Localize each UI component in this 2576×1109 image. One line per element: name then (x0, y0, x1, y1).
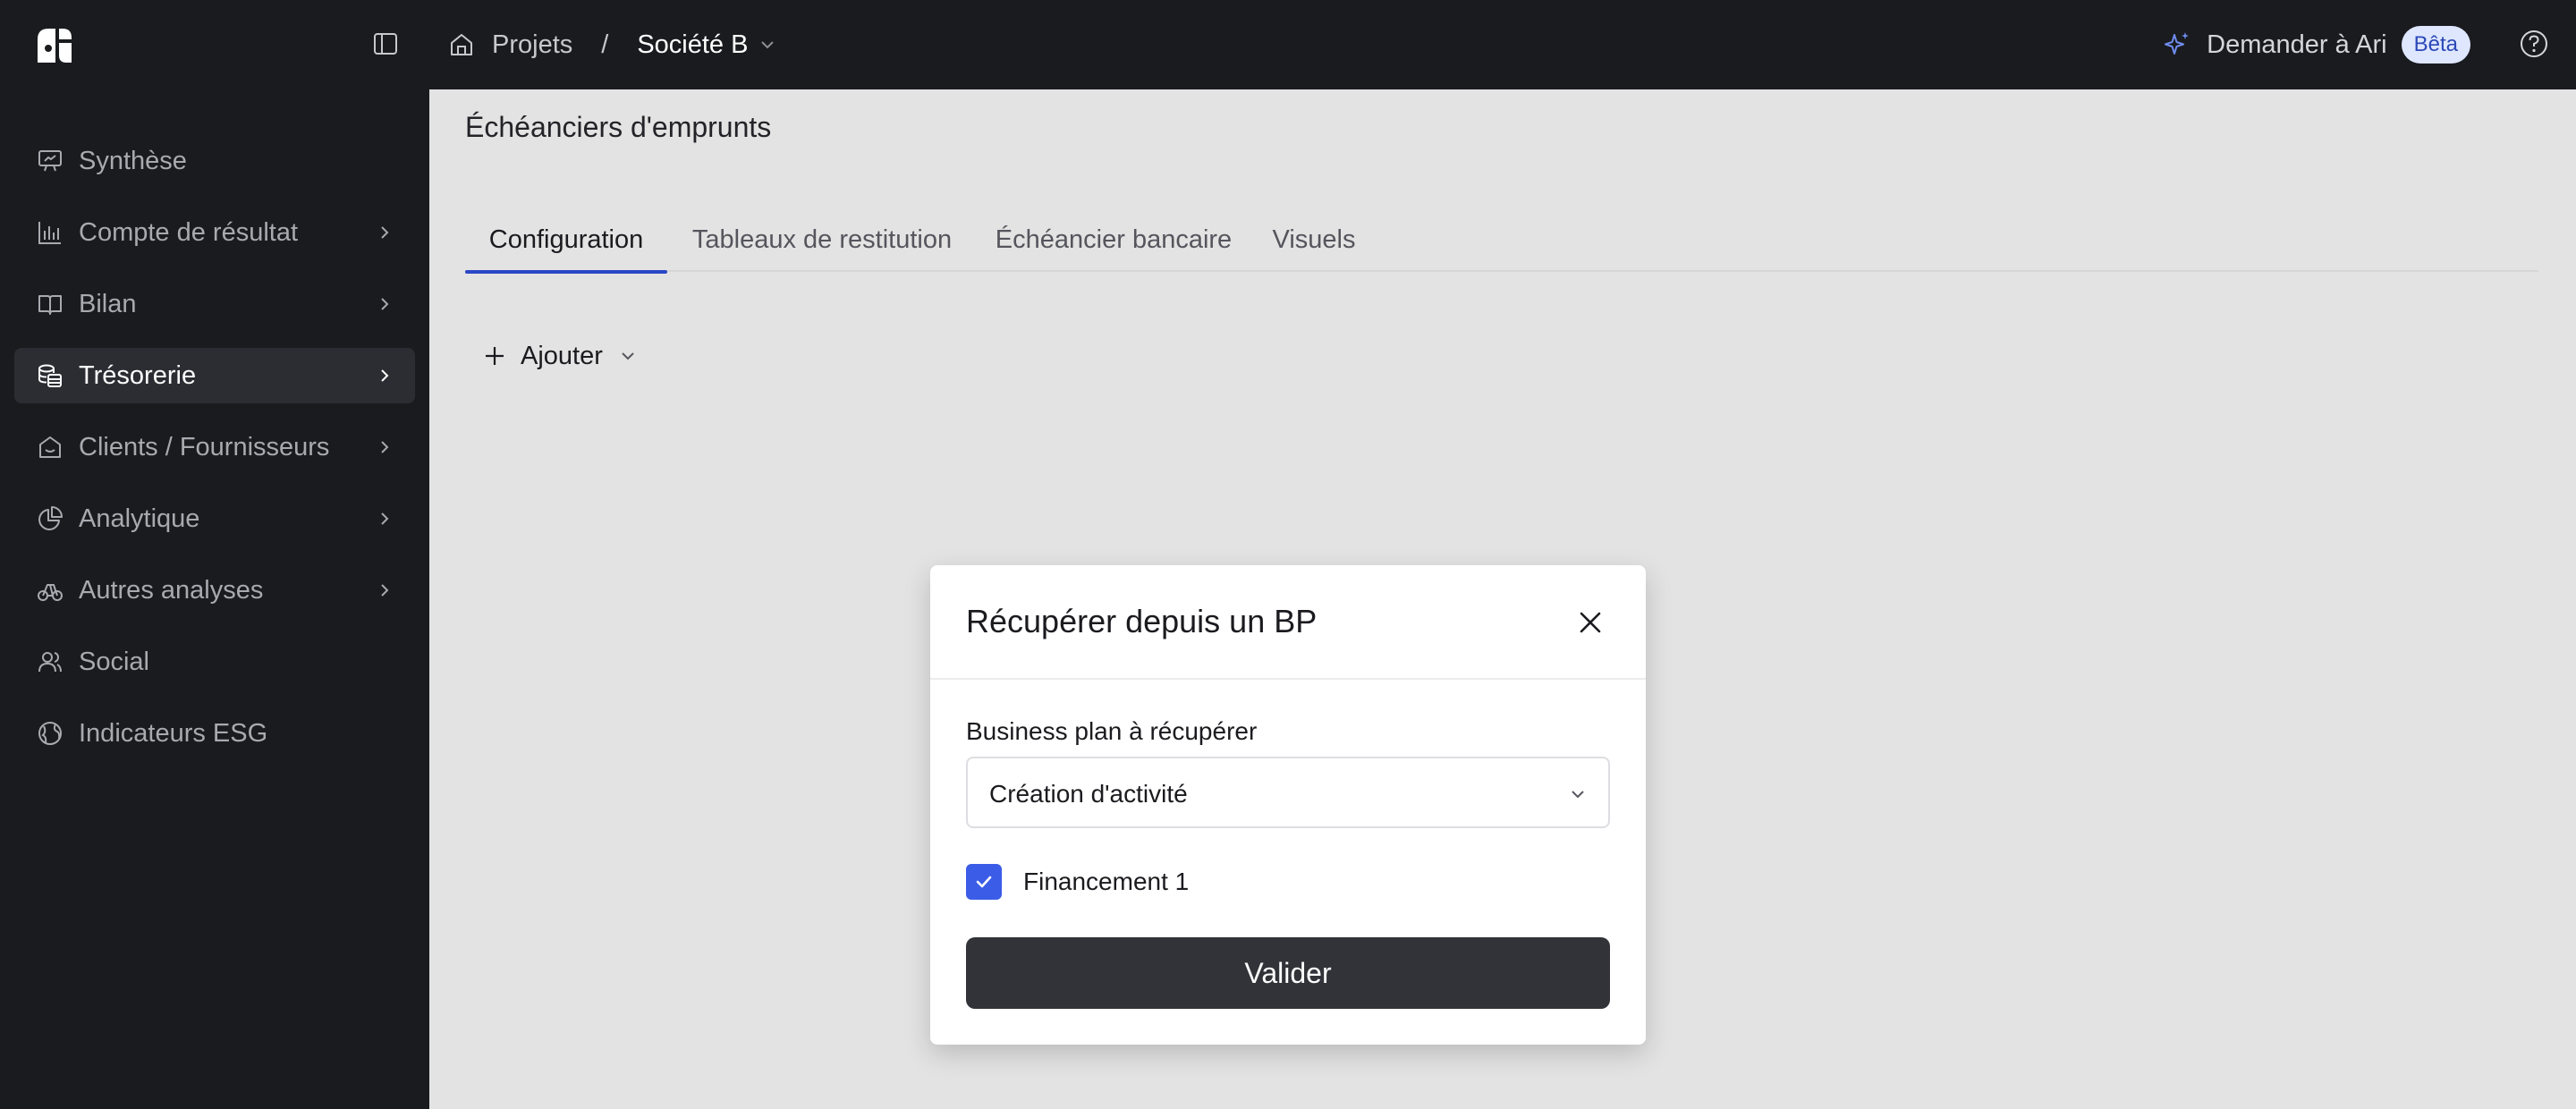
sidebar-item-label: Synthèse (79, 146, 187, 175)
sidebar-item-tresorerie[interactable]: Trésorerie (14, 348, 415, 403)
sidebar-item-label: Trésorerie (79, 360, 197, 390)
book-icon (38, 295, 62, 315)
home-icon[interactable] (447, 30, 476, 59)
sidebar-item-clients-fournisseurs[interactable]: Clients / Fournisseurs (14, 419, 415, 475)
sidebar-item-social[interactable]: Social (14, 634, 415, 690)
chevron-right-icon (381, 369, 389, 382)
sidebar-toggle-icon[interactable] (372, 30, 399, 57)
users-icon (38, 652, 62, 673)
sidebar: Synthèse Compte de résultat Bilan Trésor… (0, 89, 429, 1109)
ask-ari-button[interactable]: Demander à Ari Bêta (2162, 23, 2470, 66)
modal-title: Récupérer depuis un BP (966, 603, 1318, 639)
chevron-right-icon (381, 441, 389, 453)
pie-chart-icon (38, 506, 63, 530)
store-icon (39, 436, 61, 458)
breadcrumb: Projets / Société B (447, 25, 776, 64)
add-button[interactable]: Ajouter (483, 336, 637, 376)
beta-badge: Bêta (2401, 26, 2470, 63)
chevron-right-icon (381, 298, 389, 310)
add-button-label: Ajouter (521, 341, 603, 370)
sidebar-item-label: Indicateurs ESG (79, 718, 268, 748)
check-icon (976, 876, 992, 888)
sidebar-item-label: Bilan (79, 289, 137, 318)
chevron-down-icon[interactable] (758, 36, 776, 54)
close-icon[interactable] (1576, 608, 1605, 637)
sparkle-icon (2165, 32, 2190, 55)
sidebar-item-label: Analytique (79, 504, 200, 533)
business-plan-select[interactable]: Création d'activité (966, 757, 1610, 828)
presentation-icon (38, 150, 62, 172)
business-plan-select-value: Création d'activité (989, 780, 1188, 808)
breadcrumb-separator: / (601, 30, 609, 59)
tab-echeancier-bancaire[interactable]: Échéancier bancaire (987, 207, 1240, 272)
breadcrumb-projects-link[interactable]: Projets (492, 30, 572, 60)
scale-icon (38, 584, 63, 601)
coins-icon (38, 364, 62, 387)
help-icon[interactable] (2519, 29, 2549, 59)
tab-tableaux-de-restitution[interactable]: Tableaux de restitution (683, 207, 961, 272)
chevron-right-icon (381, 512, 389, 525)
chevron-right-icon (381, 584, 389, 597)
page-title: Échéanciers d'emprunts (465, 111, 772, 143)
modal-header: Récupérer depuis un BP (930, 565, 1646, 680)
sidebar-item-synthese[interactable]: Synthèse (14, 133, 415, 189)
sidebar-item-label: Social (79, 647, 149, 676)
sidebar-item-bilan[interactable]: Bilan (14, 276, 415, 332)
tab-configuration[interactable]: Configuration (465, 207, 667, 274)
chevron-down-icon (1572, 791, 1584, 799)
top-bar: Projets / Société B Demander à Ari Bêta (0, 0, 2576, 89)
ask-ari-label: Demander à Ari (2207, 30, 2387, 59)
business-plan-field-label: Business plan à récupérer (966, 717, 1258, 745)
financement-checkbox-label[interactable]: Financement 1 (1023, 868, 1189, 896)
leaf-globe-icon (38, 722, 62, 745)
chevron-down-icon (622, 352, 634, 360)
tab-visuels[interactable]: Visuels (1267, 207, 1361, 272)
sidebar-item-autres-analyses[interactable]: Autres analyses (14, 563, 415, 618)
sidebar-item-compte-de-resultat[interactable]: Compte de résultat (14, 205, 415, 260)
import-bp-modal: Récupérer depuis un BP Business plan à r… (930, 565, 1646, 1045)
sidebar-item-label: Clients / Fournisseurs (79, 432, 330, 461)
sidebar-item-indicateurs-esg[interactable]: Indicateurs ESG (14, 706, 415, 761)
chevron-right-icon (381, 226, 389, 239)
sidebar-item-label: Autres analyses (79, 575, 264, 605)
sidebar-item-analytique[interactable]: Analytique (14, 491, 415, 546)
tab-bar: Configuration Tableaux de restitution Éc… (465, 207, 2538, 274)
app-logo-icon[interactable] (36, 27, 73, 63)
validate-button[interactable]: Valider (966, 937, 1610, 1009)
plus-icon (486, 347, 504, 365)
sidebar-item-label: Compte de résultat (79, 217, 299, 247)
financement-checkbox[interactable] (966, 864, 1002, 900)
bar-chart-icon (38, 222, 61, 244)
breadcrumb-current-company[interactable]: Société B (637, 30, 748, 60)
